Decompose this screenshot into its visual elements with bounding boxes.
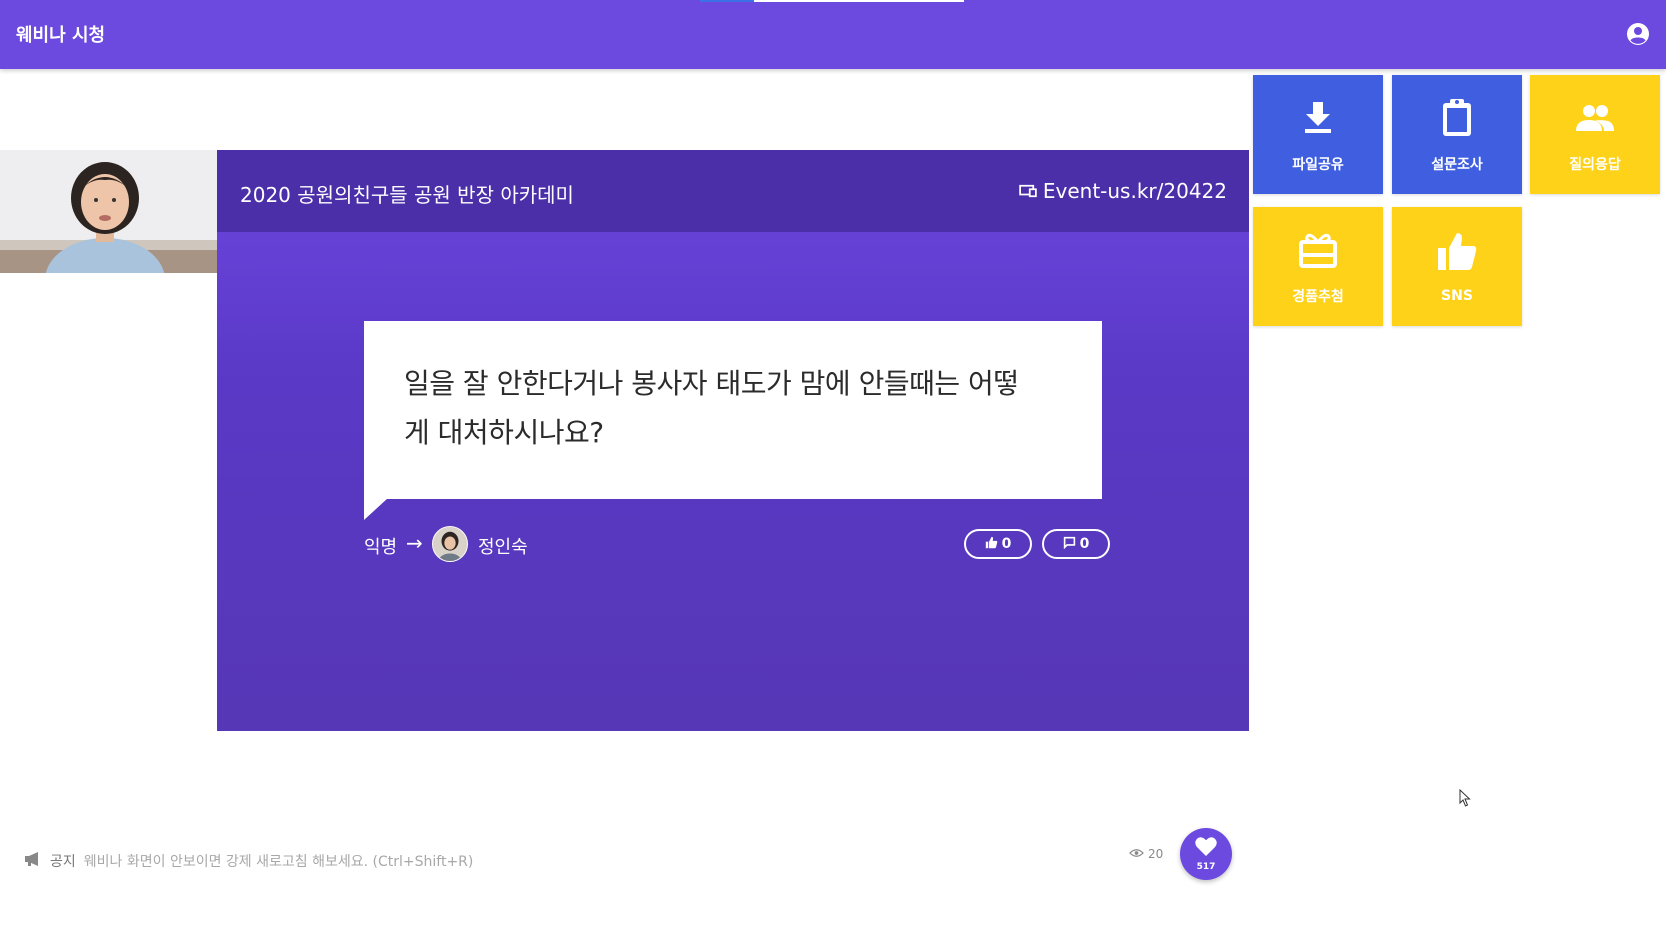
question-recipient: 정인숙: [478, 537, 528, 558]
megaphone-icon: [24, 851, 42, 871]
tile-label: 경품추첨: [1292, 288, 1344, 305]
view-count-value: 20: [1148, 847, 1164, 861]
tile-label: 질의응답: [1569, 156, 1621, 173]
notice-bar: 공지 웨비나 화면이 안보이면 강제 새로고침 해보세요. (Ctrl+Shif…: [24, 851, 473, 871]
event-link-text: Event-us.kr/20422: [1042, 179, 1227, 203]
heart-button[interactable]: 517: [1180, 828, 1232, 880]
comment-button[interactable]: 0: [1042, 529, 1110, 559]
question-bubble: 일을 잘 안한다거나 봉사자 태도가 맘에 안들때는 어떻 게 대처하시나요?: [364, 321, 1102, 499]
question-text: 일을 잘 안한다거나 봉사자 태도가 맘에 안들때는 어떻 게 대처하시나요?: [404, 359, 1062, 457]
loading-bar: [754, 0, 964, 2]
gift-icon: [1296, 228, 1340, 276]
question-text-line: 게 대처하시나요?: [404, 416, 604, 449]
screen-icon: [1019, 179, 1037, 203]
view-count: 20: [1129, 847, 1163, 861]
thumbs-up-icon: [985, 536, 998, 553]
survey-button[interactable]: 설문조사: [1392, 75, 1522, 194]
notice-text: 웨비나 화면이 안보이면 강제 새로고침 해보세요. (Ctrl+Shift+R…: [83, 854, 474, 870]
sns-button[interactable]: SNS: [1392, 207, 1522, 326]
comment-icon: [1063, 536, 1076, 553]
question-text-line: 일을 잘 안한다거나 봉사자 태도가 맘에 안들때는 어떻: [404, 367, 1019, 400]
heart-icon: [1194, 836, 1218, 861]
like-button[interactable]: 0: [964, 529, 1032, 559]
tile-label: 설문조사: [1431, 156, 1483, 173]
clipboard-icon: [1435, 96, 1479, 144]
arrow-icon: →: [406, 531, 423, 555]
download-icon: [1296, 96, 1340, 144]
loading-bar-accent: [700, 0, 754, 2]
event-title: 2020 공원의친구들 공원 반장 아카데미: [240, 183, 574, 207]
presenter-video: [0, 150, 217, 273]
comment-count: 0: [1079, 536, 1090, 552]
event-link[interactable]: Event-us.kr/20422: [1019, 179, 1227, 203]
mouse-cursor-icon: [1459, 788, 1471, 811]
question-author: 익명: [364, 537, 398, 558]
question-meta: 익명 → 정인숙 0 0: [364, 526, 1110, 562]
account-icon[interactable]: [1626, 22, 1650, 46]
people-icon: [1573, 96, 1617, 144]
file-share-button[interactable]: 파일공유: [1253, 75, 1383, 194]
avatar: [432, 526, 468, 562]
question-stage: 2020 공원의친구들 공원 반장 아카데미 Event-us.kr/20422…: [217, 150, 1249, 731]
top-bar: 웨비나 시청: [0, 0, 1666, 69]
thumbs-up-icon: [1435, 230, 1479, 278]
tile-label: 파일공유: [1292, 156, 1344, 173]
bubble-tail: [364, 498, 388, 520]
stage-header: 2020 공원의친구들 공원 반장 아카데미 Event-us.kr/20422: [217, 150, 1249, 232]
app-title: 웨비나 시청: [16, 25, 106, 46]
notice-label: 공지: [50, 854, 76, 870]
eye-icon: [1129, 847, 1144, 861]
giveaway-button[interactable]: 경품추첨: [1253, 207, 1383, 326]
tile-label: SNS: [1441, 287, 1473, 304]
like-count: 0: [1001, 536, 1012, 552]
qna-button[interactable]: 질의응답: [1530, 75, 1660, 194]
heart-count: 517: [1196, 862, 1216, 872]
